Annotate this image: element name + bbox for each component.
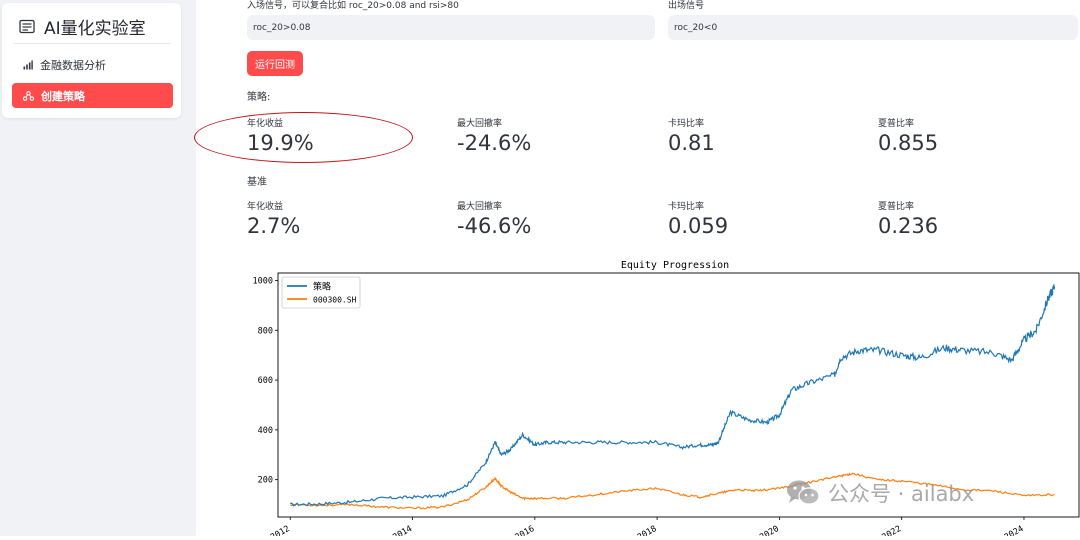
legend-label-strategy: 策略 — [313, 281, 331, 293]
metric-label: 最大回撤率 — [457, 202, 503, 212]
sidebar-divider — [14, 43, 171, 44]
x-tick-label: 2018 — [636, 524, 659, 536]
metric-label: 卡玛比率 — [668, 202, 705, 212]
app-menu-icon — [19, 19, 35, 33]
metric-value: 19.9% — [247, 131, 314, 155]
metric-label: 年化收益 — [247, 119, 284, 129]
x-tick-label: 2024 — [1003, 524, 1026, 536]
sidebar-item-create-strategy[interactable]: 创建策略 — [12, 83, 173, 108]
series-line-strategy — [290, 284, 1056, 507]
x-tick-label: 2014 — [391, 524, 414, 536]
metric-label: 卡玛比率 — [668, 119, 705, 129]
metric-value: 0.81 — [668, 131, 715, 155]
watermark-text: 公众号 · ailabx — [828, 482, 975, 506]
metric-value: 0.236 — [878, 214, 939, 238]
x-tick-label: 2012 — [269, 524, 292, 536]
exit-signal-label: 出场信号 — [668, 1, 705, 11]
benchmark-heading: 基准 — [247, 177, 267, 188]
sidebar-item-label: 金融数据分析 — [40, 58, 106, 72]
chart-title: Equity Progression — [621, 260, 729, 271]
metric-label: 夏普比率 — [878, 202, 915, 212]
bar-chart-icon — [23, 60, 33, 69]
x-tick-label: 2016 — [514, 524, 537, 536]
strategy-heading: 策略: — [247, 92, 271, 103]
y-tick-label: 800 — [258, 326, 273, 336]
y-tick-label: 400 — [258, 426, 273, 436]
metric-label: 最大回撤率 — [457, 119, 503, 129]
sidebar: AI量化实验室 金融数据分析 创建策略 — [2, 3, 181, 118]
chart-legend: 策略 000300.SH — [281, 276, 361, 309]
y-tick-label: 200 — [258, 476, 273, 486]
y-tick-label: 600 — [258, 376, 273, 386]
sidebar-item-label: 创建策略 — [41, 89, 85, 103]
wechat-icon — [787, 480, 820, 505]
app-title-text: AI量化实验室 — [44, 18, 146, 39]
exit-signal-input[interactable]: roc_20<0 — [668, 15, 1078, 40]
app-title: AI量化实验室 — [19, 13, 146, 39]
sidebar-item-financial-analysis[interactable]: 金融数据分析 — [12, 52, 173, 77]
x-tick-label: 2022 — [880, 524, 903, 536]
x-tick-label: 2020 — [758, 524, 781, 536]
metric-value: -24.6% — [457, 131, 532, 155]
entry-signal-input[interactable]: roc_20>0.08 — [247, 15, 655, 40]
metric-value: 2.7% — [247, 214, 301, 238]
run-backtest-button[interactable]: 运行回测 — [247, 51, 303, 76]
metric-value: 0.855 — [878, 131, 939, 155]
metric-value: 0.059 — [668, 214, 729, 238]
share-icon — [23, 90, 34, 101]
metric-label: 夏普比率 — [878, 119, 915, 129]
metric-label: 年化收益 — [247, 202, 284, 212]
y-tick-label: 1000 — [253, 276, 273, 286]
metric-value: -46.6% — [457, 214, 532, 238]
watermark: 公众号 · ailabx — [786, 478, 974, 508]
entry-signal-label: 入场信号，可以复合比如 roc_20>0.08 and rsi>80 — [247, 1, 459, 11]
legend-label-benchmark: 000300.SH — [313, 296, 357, 305]
